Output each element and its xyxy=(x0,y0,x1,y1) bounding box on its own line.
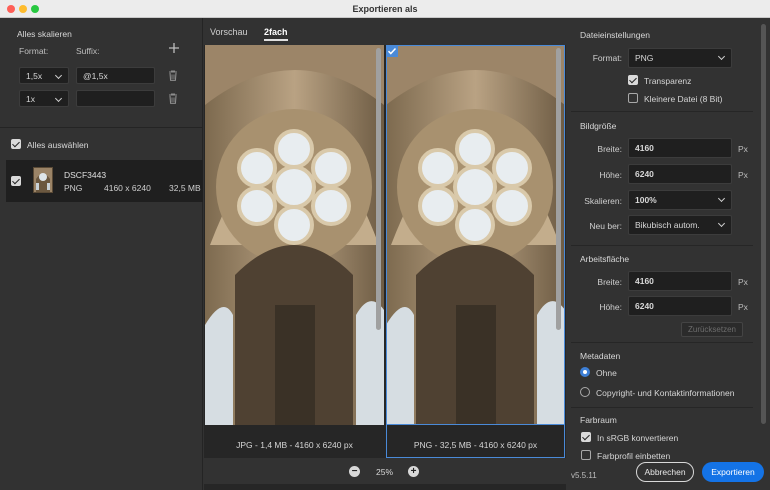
export-button[interactable]: Exportieren xyxy=(702,462,764,482)
trash-icon[interactable] xyxy=(168,93,177,104)
cancel-button[interactable]: Abbrechen xyxy=(636,462,694,482)
version-label: v5.5.11 xyxy=(571,471,597,480)
smaller-file-checkbox[interactable] xyxy=(628,93,638,103)
preview-image-png[interactable] xyxy=(386,45,565,425)
file-format-select[interactable]: PNG xyxy=(628,48,732,68)
selected-check-icon[interactable] xyxy=(386,45,398,57)
asset-dimensions: 4160 x 6240 xyxy=(104,183,151,193)
file-format-value: PNG xyxy=(635,53,654,63)
scale-all-title: Alles skalieren xyxy=(17,29,72,39)
embed-profile-label: Farbprofil einbetten xyxy=(597,451,671,461)
divider xyxy=(0,127,203,128)
metadata-copyright-radio[interactable] xyxy=(580,387,590,397)
plus-icon[interactable] xyxy=(168,42,180,54)
left-panel xyxy=(0,18,203,490)
image-width-value: 4160 xyxy=(635,143,654,153)
preview-tabs: Vorschau 2fach xyxy=(204,18,566,45)
convert-srgb-checkbox[interactable] xyxy=(581,432,591,442)
transparency-label: Transparenz xyxy=(644,76,692,86)
image-size-title: Bildgröße xyxy=(580,121,617,131)
smaller-file-label: Kleinere Datei (8 Bit) xyxy=(644,94,723,104)
preview-image-jpg[interactable] xyxy=(205,45,384,425)
metadata-none-radio[interactable] xyxy=(580,367,590,377)
suffix-input-2[interactable] xyxy=(76,90,155,107)
image-height-label: Höhe: xyxy=(599,170,622,180)
metadata-copyright-label: Copyright- und Kontaktinformationen xyxy=(596,388,735,398)
window-title: Exportieren als xyxy=(352,4,418,14)
scale-value-2: 1x xyxy=(26,93,35,104)
zoom-level: 25% xyxy=(376,467,394,477)
scrollbar-vertical[interactable] xyxy=(376,48,381,330)
zoom-out-icon[interactable]: − xyxy=(349,466,360,477)
title-bar: Exportieren als xyxy=(0,0,770,18)
canvas-width-input[interactable]: 4160 xyxy=(628,271,732,291)
preview-caption-png: PNG - 32,5 MB - 4160 x 6240 px xyxy=(386,425,565,458)
preview-caption-jpg: JPG - 1,4 MB - 4160 x 6240 px xyxy=(205,425,384,458)
resample-select[interactable]: Bikubisch autom. xyxy=(628,215,732,235)
tab-preview[interactable]: Vorschau xyxy=(210,27,248,37)
canvas-width-value: 4160 xyxy=(635,276,654,286)
embed-profile-checkbox[interactable] xyxy=(581,450,591,460)
color-space-title: Farbraum xyxy=(580,415,617,425)
canvas-height-input[interactable]: 6240 xyxy=(628,296,732,316)
convert-srgb-label: In sRGB konvertieren xyxy=(597,433,679,443)
suffix-label: Suffix: xyxy=(76,46,100,56)
transparency-checkbox[interactable] xyxy=(628,75,638,85)
image-height-value: 6240 xyxy=(635,169,654,179)
suffix-input-1[interactable]: @1,5x xyxy=(76,67,155,84)
image-width-unit: Px xyxy=(738,144,748,154)
suffix-value-1: @1,5x xyxy=(83,70,108,81)
select-all-label: Alles auswählen xyxy=(27,140,89,150)
scrollbar-vertical[interactable] xyxy=(556,48,561,330)
scale-label: Skalieren: xyxy=(584,196,622,206)
zoom-in-icon[interactable]: + xyxy=(408,466,419,477)
canvas-width-unit: Px xyxy=(738,277,748,287)
canvas-height-value: 6240 xyxy=(635,301,654,311)
tab-2x[interactable]: 2fach xyxy=(264,27,288,41)
asset-format: PNG xyxy=(64,183,83,193)
file-settings-title: Dateieinstellungen xyxy=(580,30,650,40)
image-height-unit: Px xyxy=(738,170,748,180)
scale-value-1: 1,5x xyxy=(26,70,43,81)
trash-icon[interactable] xyxy=(168,70,177,81)
canvas-height-label: Höhe: xyxy=(599,302,622,312)
asset-thumbnail xyxy=(33,167,53,193)
asset-name: DSCF3443 xyxy=(64,170,107,180)
scale-select-2[interactable]: 1x xyxy=(19,90,69,107)
asset-checkbox[interactable] xyxy=(11,176,21,186)
select-all-checkbox[interactable] xyxy=(11,139,21,149)
scale-select[interactable]: 100% xyxy=(628,190,732,210)
scale-value: 100% xyxy=(635,195,657,205)
file-format-label: Format: xyxy=(592,53,622,63)
image-width-input[interactable]: 4160 xyxy=(628,138,732,158)
canvas-height-unit: Px xyxy=(738,302,748,312)
resample-value: Bikubisch autom. xyxy=(635,220,700,230)
reset-button[interactable]: Zurücksetzen xyxy=(681,322,743,337)
asset-size: 32,5 MB xyxy=(169,183,201,193)
zoom-bar: − 25% + xyxy=(204,458,566,484)
canvas-width-label: Breite: xyxy=(597,277,622,287)
canvas-title: Arbeitsfläche xyxy=(580,254,630,264)
settings-scrollbar[interactable] xyxy=(761,24,766,424)
format-label: Format: xyxy=(19,46,49,56)
metadata-title: Metadaten xyxy=(580,351,621,361)
scale-select-1[interactable]: 1,5x xyxy=(19,67,69,84)
metadata-none-label: Ohne xyxy=(596,368,617,378)
resample-label: Neu ber: xyxy=(589,221,622,231)
image-width-label: Breite: xyxy=(597,144,622,154)
image-height-input[interactable]: 6240 xyxy=(628,164,732,184)
